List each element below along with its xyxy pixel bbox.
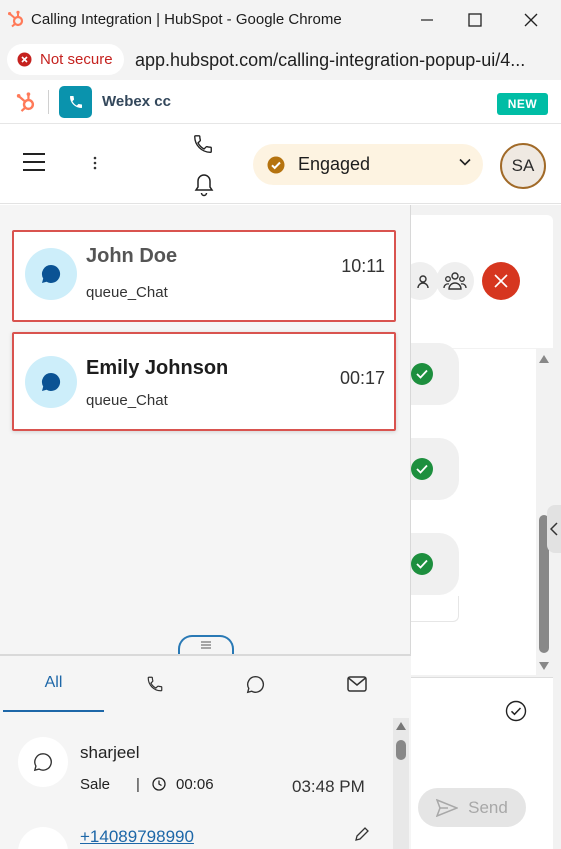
tab-emails[interactable] [306, 656, 407, 712]
task-card[interactable]: Emily Johnson queue_Chat 00:17 [12, 332, 396, 431]
clock-icon [152, 777, 166, 791]
edit-pencil-icon[interactable] [354, 826, 370, 842]
url-field[interactable]: app.hubspot.com/calling-integration-popu… [135, 50, 555, 71]
agent-state-label: Engaged [298, 154, 371, 174]
chat-icon [25, 248, 77, 300]
close-window-button[interactable] [508, 0, 554, 40]
chat-message-frame [411, 596, 459, 622]
chat-bubble-icon [246, 675, 265, 694]
task-queue-name: queue_Chat [86, 392, 168, 409]
chat-message-bubble [411, 343, 459, 405]
scrollbar-thumb[interactable] [396, 740, 406, 760]
maximize-button[interactable] [452, 0, 498, 40]
interaction-controls-card [401, 215, 553, 348]
engaged-status-icon [267, 156, 285, 174]
more-options-icon[interactable] [92, 156, 98, 170]
delivered-check-icon [411, 553, 433, 575]
phone-icon[interactable] [192, 133, 214, 155]
window-title-bar: Calling Integration | HubSpot - Google C… [0, 0, 561, 40]
activity-duration: 00:06 [176, 776, 214, 793]
security-label: Not secure [40, 51, 113, 68]
minimize-button[interactable] [404, 0, 450, 40]
avatar[interactable]: SA [500, 143, 546, 189]
send-button[interactable]: Send [418, 788, 526, 827]
list-item[interactable]: +14089798990 [0, 816, 392, 849]
activity-time: 03:48 PM [292, 777, 365, 796]
check-circle-icon[interactable] [505, 700, 527, 722]
activity-contact-name: sharjeel [80, 743, 140, 762]
task-list-panel: John Doe queue_Chat 10:11 Emily Johnson … [0, 205, 411, 654]
menu-icon[interactable] [22, 152, 46, 172]
conference-button[interactable] [436, 262, 474, 300]
app-header: Webex cc NEW [0, 80, 561, 124]
end-interaction-button[interactable] [482, 262, 520, 300]
delivered-check-icon [411, 363, 433, 385]
webex-logo-icon [59, 86, 92, 118]
warning-icon [17, 52, 32, 67]
task-customer-name: Emily Johnson [86, 357, 229, 379]
notification-bell-icon[interactable] [193, 173, 215, 197]
phone-icon [18, 827, 68, 849]
list-item[interactable]: sharjeel Sale | 00:06 03:48 PM [0, 726, 392, 806]
task-queue-name: queue_Chat [86, 284, 168, 301]
security-indicator[interactable]: Not secure [7, 44, 124, 75]
tab-calls[interactable] [104, 656, 205, 712]
hubspot-sprocket-icon[interactable] [15, 91, 37, 113]
chat-message-bubble [411, 438, 459, 500]
delivered-check-icon [411, 458, 433, 480]
task-timer: 10:11 [341, 256, 385, 276]
header-divider [48, 90, 49, 114]
task-timer: 00:17 [339, 368, 385, 388]
send-label: Send [468, 797, 508, 817]
agent-state-dropdown[interactable]: Engaged [253, 144, 483, 185]
phone-icon [146, 675, 164, 693]
chevron-down-icon [459, 158, 471, 166]
address-bar: Not secure app.hubspot.com/calling-integ… [0, 40, 561, 80]
chat-bubble-icon [18, 737, 68, 787]
meta-divider: | [136, 776, 140, 793]
hubspot-logo-icon [7, 10, 25, 28]
new-badge: NEW [497, 93, 548, 115]
activity-phone-link[interactable]: +14089798990 [80, 827, 194, 847]
window-title: Calling Integration | HubSpot - Google C… [31, 11, 342, 28]
app-name: Webex cc [102, 93, 171, 110]
task-customer-name: John Doe [86, 245, 178, 267]
chat-message-bubble [411, 533, 459, 595]
envelope-icon [346, 676, 367, 692]
tab-all[interactable]: All [3, 656, 104, 712]
collapse-panel-button[interactable] [547, 505, 561, 553]
panel-resize-handle[interactable] [178, 635, 234, 655]
activity-scrollbar[interactable] [393, 718, 409, 849]
tab-chats[interactable] [205, 656, 306, 712]
chat-icon [25, 356, 77, 408]
activity-type: Sale [80, 776, 111, 793]
task-card[interactable]: John Doe queue_Chat 10:11 [12, 230, 396, 322]
activity-list: sharjeel Sale | 00:06 03:48 PM +14089798… [0, 718, 392, 849]
send-icon [436, 798, 459, 817]
agent-toolbar: Engaged SA [0, 124, 561, 204]
activity-panel: All sharjeel Sale | 00:06 03:48 PM +1408… [0, 654, 411, 849]
